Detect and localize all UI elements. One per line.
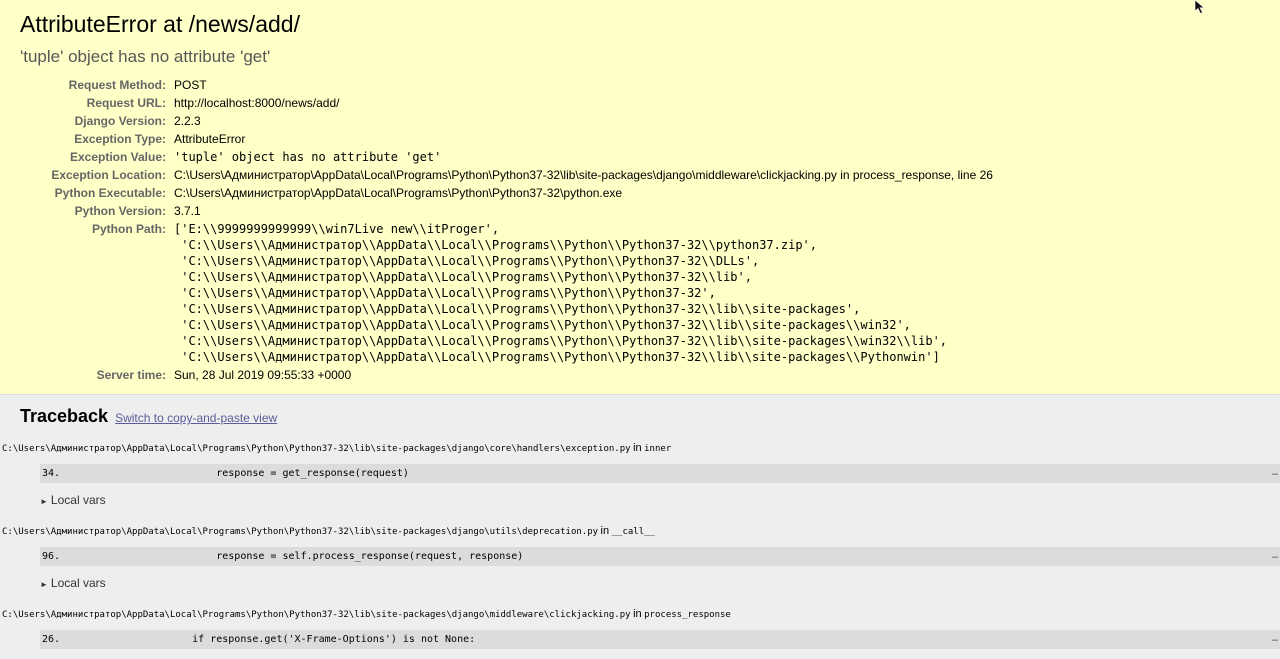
local-vars-toggle[interactable]: ► Local vars [40, 492, 1260, 510]
meta-value: 2.2.3 [174, 114, 201, 128]
code-context-line[interactable]: 34. response = get_response(request) … [40, 464, 1280, 483]
code-context-line[interactable]: 96. response = self.process_response(req… [40, 547, 1280, 566]
source-code: if response.get('X-Frame-Options') is no… [144, 634, 476, 645]
traceback-section: Traceback Switch to copy-and-paste view … [0, 395, 1280, 659]
meta-row: Python Version: 3.7.1 [20, 202, 993, 220]
frame-function: process_response [644, 610, 731, 620]
meta-value: AttributeError [174, 132, 246, 146]
frame-file-path: C:\Users\Администратор\AppData\Local\Pro… [2, 444, 631, 454]
expand-context-button[interactable]: … [1272, 633, 1278, 644]
line-number: 96. [42, 551, 61, 562]
local-vars-label: Local vars [50, 576, 106, 590]
meta-row: Exception Location: C:\Users\Администрат… [20, 166, 993, 184]
frame-function: __call__ [611, 527, 655, 537]
code-context-line[interactable]: 26. if response.get('X-Frame-Options') i… [40, 630, 1280, 649]
expand-context-button[interactable]: … [1272, 550, 1278, 561]
meta-value: 3.7.1 [174, 204, 201, 218]
traceback-frame: C:\Users\Администратор\AppData\Local\Pro… [2, 607, 1280, 649]
meta-label: Exception Value: [69, 150, 166, 164]
meta-label: Exception Type: [74, 132, 166, 146]
python-path-list: ['E:\\9999999999999\\win7Live new\\itPro… [174, 222, 948, 364]
meta-value: C:\Users\Администратор\AppData\Local\Pro… [174, 168, 993, 182]
meta-label: Server time: [96, 368, 166, 382]
frame-location: C:\Users\Администратор\AppData\Local\Pro… [2, 441, 1260, 456]
source-code: response = get_response(request) [144, 468, 409, 479]
frame-location: C:\Users\Администратор\AppData\Local\Pro… [2, 524, 1260, 539]
meta-label: Django Version: [74, 114, 166, 128]
request-meta-table: Request Method: POST Request URL: http:/… [20, 76, 993, 384]
traceback-frame: C:\Users\Администратор\AppData\Local\Pro… [2, 441, 1280, 510]
meta-label: Request URL: [86, 96, 166, 110]
switch-view-link[interactable]: Switch to copy-and-paste view [115, 411, 277, 425]
error-summary: AttributeError at /news/add/ 'tuple' obj… [0, 0, 1280, 395]
source-code: response = self.process_response(request… [144, 551, 524, 562]
triangle-right-icon: ► [40, 580, 48, 589]
meta-label: Python Version: [74, 204, 166, 218]
expand-context-button[interactable]: … [1272, 467, 1278, 478]
meta-row: Server time: Sun, 28 Jul 2019 09:55:33 +… [20, 366, 993, 384]
meta-label: Python Path: [92, 222, 166, 236]
page-title: AttributeError at /news/add/ [20, 11, 300, 37]
meta-value: http://localhost:8000/news/add/ [174, 96, 340, 110]
meta-row: Exception Type: AttributeError [20, 130, 993, 148]
frame-file-path: C:\Users\Администратор\AppData\Local\Pro… [2, 610, 631, 620]
frame-location: C:\Users\Администратор\AppData\Local\Pro… [2, 607, 1260, 622]
exception-message: 'tuple' object has no attribute 'get' [20, 47, 271, 66]
frame-in-word: in [633, 442, 642, 454]
local-vars-toggle[interactable]: ► Local vars [40, 575, 1260, 593]
meta-row: Python Path: ['E:\\9999999999999\\win7Li… [20, 220, 993, 366]
frame-file-path: C:\Users\Администратор\AppData\Local\Pro… [2, 527, 599, 537]
meta-label: Request Method: [68, 78, 166, 92]
frame-in-word: in [633, 608, 642, 620]
line-number: 26. [42, 634, 61, 645]
mouse-pointer-icon [1194, 0, 1205, 14]
traceback-frame: C:\Users\Администратор\AppData\Local\Pro… [2, 524, 1280, 593]
meta-value: Sun, 28 Jul 2019 09:55:33 +0000 [174, 368, 352, 382]
frame-in-word: in [600, 525, 610, 537]
line-number: 34. [42, 468, 61, 479]
local-vars-label: Local vars [50, 493, 106, 507]
meta-row: Exception Value: 'tuple' object has no a… [20, 148, 993, 166]
triangle-right-icon: ► [40, 497, 48, 506]
traceback-title: Traceback [20, 406, 109, 426]
meta-row: Python Executable: C:\Users\Администрато… [20, 184, 993, 202]
meta-label: Exception Location: [51, 168, 166, 182]
meta-row: Request URL: http://localhost:8000/news/… [20, 94, 993, 112]
traceback-heading: Traceback Switch to copy-and-paste view [20, 405, 1260, 429]
meta-value: C:\Users\Администратор\AppData\Local\Pro… [174, 186, 623, 200]
meta-label: Python Executable: [54, 186, 166, 200]
meta-row: Request Method: POST [20, 76, 993, 94]
meta-value: 'tuple' object has no attribute 'get' [174, 150, 442, 164]
meta-row: Django Version: 2.2.3 [20, 112, 993, 130]
meta-value: POST [174, 78, 207, 92]
frame-function: inner [644, 444, 672, 454]
